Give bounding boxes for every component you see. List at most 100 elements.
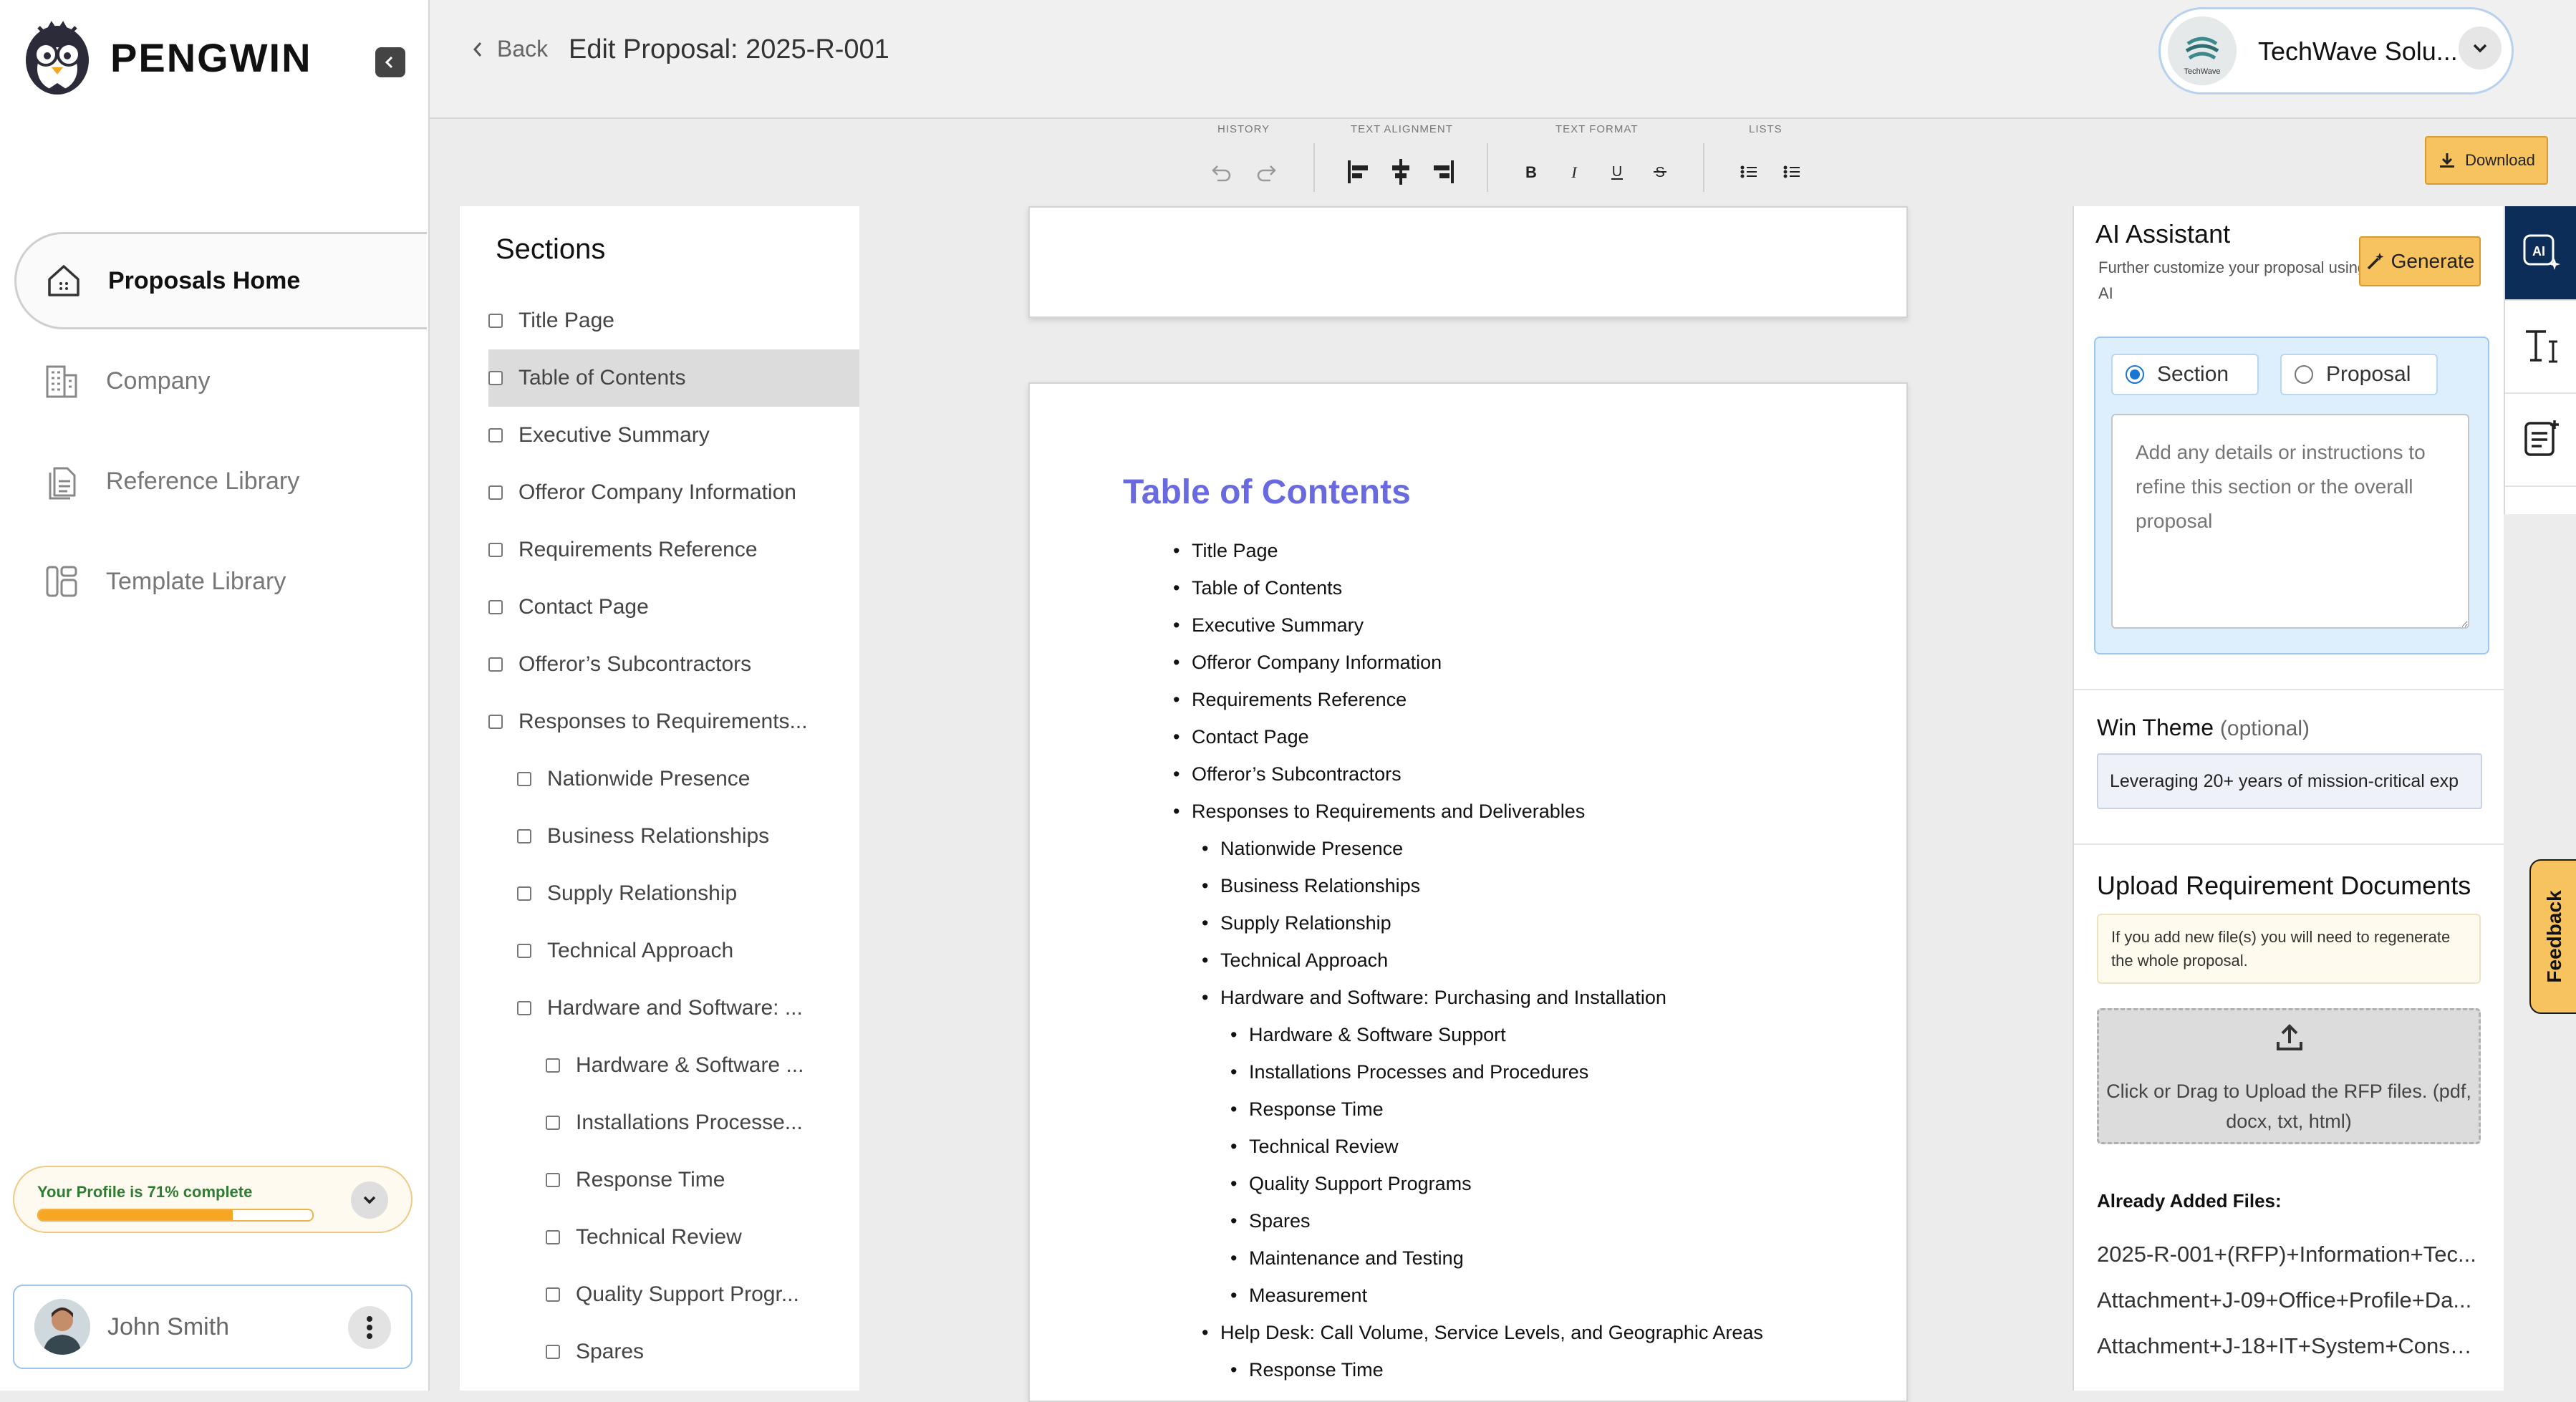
ai-assistant-tab-button[interactable]: AI: [2505, 206, 2576, 301]
strikethrough-button[interactable]: S: [1644, 156, 1676, 188]
back-button[interactable]: Back: [470, 36, 548, 62]
added-file-item[interactable]: Attachment+J-09+Office+Profile+Da...: [2097, 1287, 2482, 1313]
building-icon: [42, 361, 82, 401]
section-checkbox[interactable]: [546, 1116, 560, 1130]
section-checkbox[interactable]: [546, 1058, 560, 1073]
bold-button[interactable]: B: [1515, 156, 1547, 188]
brand-logo[interactable]: PENGWIN: [17, 14, 312, 100]
section-item-label: Title Page: [518, 309, 614, 332]
ai-assistant-title: AI Assistant: [2095, 219, 2231, 248]
ai-instructions-input[interactable]: [2111, 414, 2469, 629]
undo-button[interactable]: [1205, 156, 1236, 188]
added-file-item[interactable]: 2025-R-001+(RFP)+Information+Tec...: [2097, 1242, 2482, 1267]
user-menu-button[interactable]: [348, 1306, 391, 1349]
section-checkbox[interactable]: [546, 1287, 560, 1302]
section-checkbox[interactable]: [546, 1230, 560, 1244]
collapse-sidebar-button[interactable]: [375, 47, 405, 77]
feedback-label: Feedback: [2543, 890, 2565, 983]
nav-item-company[interactable]: Company: [14, 332, 427, 430]
section-item-label: Quality Support Progr...: [576, 1282, 799, 1306]
section-item[interactable]: Hardware & Software ...: [488, 1037, 917, 1094]
win-theme-optional-text: (optional): [2219, 717, 2310, 740]
user-card[interactable]: John Smith: [13, 1285, 413, 1369]
bulleted-list-icon: [1740, 165, 1757, 178]
section-checkbox[interactable]: [517, 772, 531, 786]
section-item[interactable]: Spares: [488, 1323, 917, 1381]
section-item[interactable]: Response Time: [488, 1151, 917, 1209]
download-button[interactable]: Download: [2425, 136, 2548, 185]
list-add-icon: [2524, 420, 2559, 456]
section-checkbox[interactable]: [488, 657, 503, 672]
italic-icon: I: [1571, 163, 1578, 181]
radio-unselected-icon: [2295, 365, 2313, 384]
company-dropdown-button[interactable]: [2459, 26, 2502, 69]
nav-item-reference-library[interactable]: Reference Library: [14, 432, 427, 530]
added-file-item[interactable]: Attachment+J-18+IT+System+Consul...: [2097, 1333, 2482, 1359]
underline-button[interactable]: U: [1601, 156, 1633, 188]
scope-option-section[interactable]: Section: [2111, 354, 2259, 395]
align-center-button[interactable]: [1385, 156, 1417, 188]
company-switcher[interactable]: TechWave TechWave Solu...: [2158, 7, 2514, 95]
section-item[interactable]: Table of Contents: [488, 349, 859, 407]
section-checkbox[interactable]: [488, 314, 503, 328]
text-tools-tab-button[interactable]: [2505, 299, 2576, 394]
section-checkbox[interactable]: [488, 371, 503, 385]
toc-item: Business Relationships: [1202, 875, 1420, 897]
section-checkbox[interactable]: [488, 485, 503, 500]
section-checkbox[interactable]: [488, 715, 503, 729]
generate-label: Generate: [2391, 250, 2475, 272]
toc-item: Hardware & Software Support: [1230, 1024, 1506, 1046]
section-item[interactable]: Responses to Requirements...: [488, 693, 859, 750]
section-checkbox[interactable]: [517, 944, 531, 958]
section-item[interactable]: Offeror’s Subcontractors: [488, 636, 859, 693]
section-item[interactable]: Supply Relationship: [488, 865, 888, 922]
numbered-list-button[interactable]: [1776, 156, 1808, 188]
scope-option-proposal[interactable]: Proposal: [2280, 354, 2438, 395]
section-item[interactable]: Nationwide Presence: [488, 750, 888, 808]
section-item[interactable]: Hardware and Software: ...: [488, 980, 888, 1037]
nav-item-label: Company: [106, 367, 211, 395]
nav-item-proposals-home[interactable]: Proposals Home: [14, 232, 427, 329]
section-item[interactable]: Quality Support Progr...: [488, 1266, 917, 1323]
section-item[interactable]: Technical Approach: [488, 922, 888, 980]
section-checkbox[interactable]: [517, 1001, 531, 1015]
section-checkbox[interactable]: [488, 428, 503, 443]
profile-completion-card[interactable]: Your Profile is 71% complete: [13, 1166, 413, 1233]
section-item-label: Responses to Requirements...: [518, 710, 808, 733]
section-checkbox[interactable]: [488, 600, 503, 614]
file-dropzone[interactable]: Click or Drag to Upload the RFP files. (…: [2097, 1008, 2481, 1144]
document-page-previous[interactable]: [1028, 206, 1908, 318]
section-item-label: Hardware & Software ...: [576, 1053, 804, 1077]
section-checkbox[interactable]: [488, 543, 503, 557]
document-page[interactable]: Table of Contents Title Page Table of Con…: [1028, 382, 1908, 1402]
section-item[interactable]: Offeror Company Information: [488, 464, 859, 521]
section-checkbox[interactable]: [517, 886, 531, 901]
chevron-down-icon: [2473, 44, 2487, 53]
nav-item-label: Template Library: [106, 567, 286, 595]
align-right-button[interactable]: [1428, 156, 1460, 188]
section-checkbox[interactable]: [517, 829, 531, 843]
italic-button[interactable]: I: [1558, 156, 1590, 188]
align-left-button[interactable]: [1342, 156, 1374, 188]
document-heading[interactable]: Table of Contents: [1123, 473, 1411, 512]
section-item[interactable]: Technical Review: [488, 1209, 917, 1266]
profile-expand-button[interactable]: [351, 1181, 388, 1219]
section-item[interactable]: Title Page: [488, 292, 859, 349]
section-checkbox[interactable]: [546, 1345, 560, 1359]
feedback-tab[interactable]: Feedback: [2529, 859, 2576, 1014]
bulleted-list-button[interactable]: [1733, 156, 1765, 188]
section-checkbox[interactable]: [546, 1173, 560, 1187]
generate-button[interactable]: Generate: [2359, 236, 2481, 286]
redo-button[interactable]: [1252, 156, 1283, 188]
align-right-icon: [1434, 160, 1454, 183]
section-item[interactable]: Installations Processe...: [488, 1094, 917, 1151]
section-item[interactable]: Executive Summary: [488, 407, 859, 464]
section-item-label: Offeror Company Information: [518, 480, 796, 504]
section-item[interactable]: Business Relationships: [488, 808, 888, 865]
section-item[interactable]: Requirements Reference: [488, 521, 859, 579]
add-list-tab-button[interactable]: [2505, 392, 2576, 487]
nav-item-template-library[interactable]: Template Library: [14, 533, 427, 630]
section-item[interactable]: Contact Page: [488, 579, 859, 636]
win-theme-input[interactable]: [2097, 753, 2482, 809]
nav-item-label: Proposals Home: [108, 266, 301, 294]
